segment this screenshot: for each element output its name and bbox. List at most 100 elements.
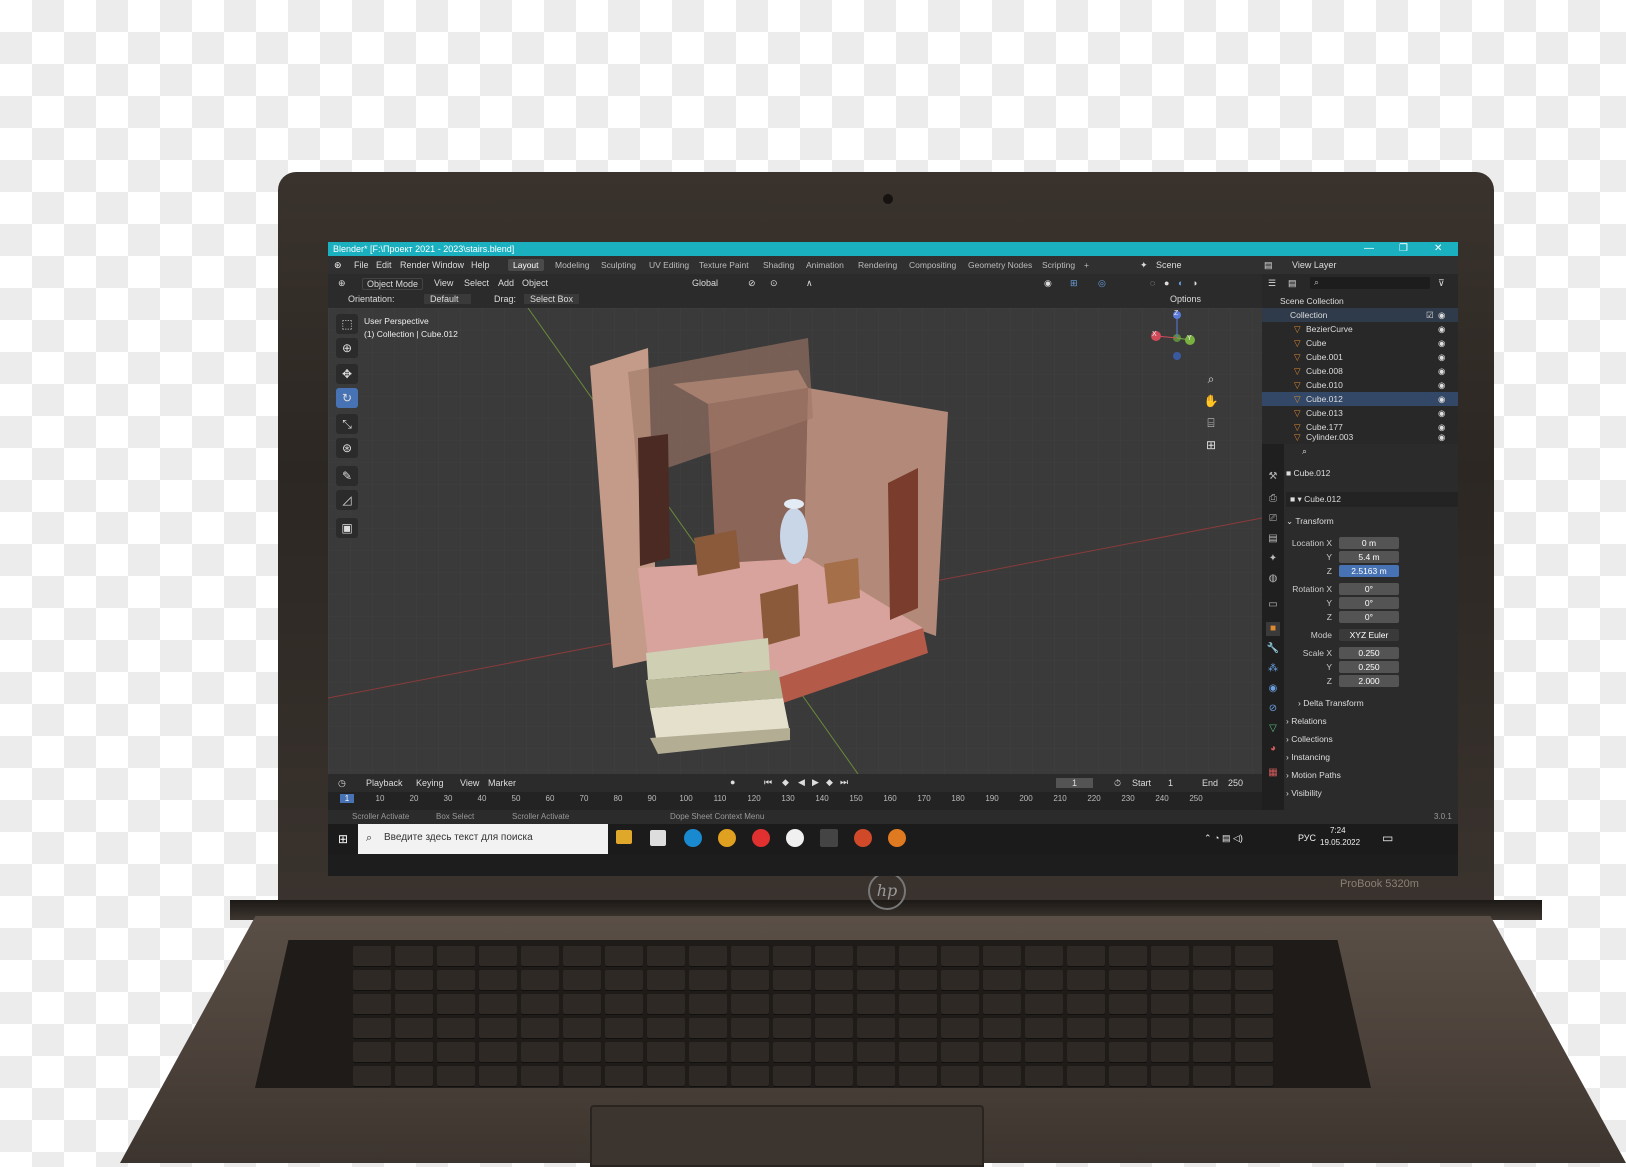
close-button[interactable]: ✕ (1434, 242, 1442, 256)
eye-icon[interactable]: ◉ (1438, 324, 1445, 335)
outliner-item[interactable]: ▽ Cube.013 ◉ (1262, 406, 1458, 420)
view-layer-selector[interactable]: View Layer (1292, 260, 1336, 270)
timeline-keying[interactable]: Keying (416, 778, 444, 788)
texture-tab-icon[interactable]: ▦ (1266, 766, 1280, 780)
menu-window[interactable]: Window (432, 260, 464, 270)
maximize-button[interactable]: ❐ (1399, 242, 1408, 256)
location-x-field[interactable]: 0 m (1339, 537, 1399, 549)
cursor-tool-icon[interactable]: ⊕ (336, 338, 358, 358)
drag-dropdown[interactable]: Select Box (524, 294, 580, 304)
select-tool-icon[interactable]: ⬚ (336, 314, 358, 334)
play-icon[interactable]: ▶ (812, 777, 819, 788)
outliner-item[interactable]: ▽ Cylinder.003 ◉ (1262, 430, 1458, 444)
jump-start-icon[interactable]: ⏮ (764, 777, 772, 788)
gizmo-x-label[interactable]: X (1152, 331, 1157, 338)
eye-icon[interactable]: ◉ (1438, 432, 1445, 443)
measure-tool-icon[interactable]: ◿ (336, 490, 358, 510)
location-z-field[interactable]: 2.5163 m (1339, 565, 1399, 577)
scene-selector[interactable]: Scene (1156, 260, 1182, 270)
shading-material-icon[interactable]: ◐ (1178, 278, 1183, 288)
timeline-editor-icon[interactable]: ◷ (338, 778, 346, 789)
shading-wireframe-icon[interactable]: ◌ (1150, 278, 1155, 288)
outliner-item[interactable]: ▽ Cube.010 ◉ (1262, 378, 1458, 392)
transform-panel-header[interactable]: ⌄ Transform (1286, 516, 1452, 527)
next-key-icon[interactable]: ◆ (826, 777, 833, 788)
eye-icon[interactable]: ◉ (1438, 394, 1445, 405)
scale-z-field[interactable]: 2.000 (1339, 675, 1399, 687)
outliner-scene-collection[interactable]: Scene Collection (1262, 294, 1458, 308)
relations-panel[interactable]: › Relations (1286, 716, 1452, 726)
move-tool-icon[interactable]: ✥ (336, 364, 358, 384)
checkbox-icon[interactable]: ☑ (1426, 310, 1434, 321)
edge-icon[interactable] (684, 829, 702, 847)
chrome-icon[interactable] (718, 829, 736, 847)
store-icon[interactable] (650, 830, 666, 846)
location-y-field[interactable]: 5.4 m (1339, 551, 1399, 563)
pan-hand-icon[interactable]: ✋ (1202, 392, 1220, 410)
rotate-tool-icon[interactable]: ↻ (336, 388, 358, 408)
annotate-tool-icon[interactable]: ✎ (336, 466, 358, 486)
tab-rendering[interactable]: Rendering (853, 259, 902, 271)
terminal-icon[interactable] (820, 829, 838, 847)
eye-icon[interactable]: ◉ (1438, 338, 1445, 349)
rotation-y-field[interactable]: 0° (1339, 597, 1399, 609)
eye-icon[interactable]: ◉ (1438, 366, 1445, 377)
pivot-icon[interactable]: ⊘ (748, 278, 756, 289)
current-frame-field[interactable]: 1 (1056, 778, 1094, 788)
clock-time[interactable]: 7:24 (1330, 826, 1346, 835)
perspective-toggle-icon[interactable]: ⊞ (1202, 436, 1220, 454)
visibility-icon[interactable]: ◉ (1044, 278, 1052, 289)
props-search-icon[interactable]: ⌕ (1302, 446, 1307, 457)
overlay-toggle-icon[interactable]: ◎ (1098, 278, 1106, 289)
prev-key-icon[interactable]: ◆ (782, 777, 789, 788)
tab-modeling[interactable]: Modeling (550, 259, 595, 271)
proportional-icon[interactable]: ∧ (806, 278, 813, 289)
object-name-field[interactable]: ■ Cube.012 (1286, 468, 1452, 478)
tab-texture-paint[interactable]: Texture Paint (694, 259, 754, 271)
data-block-field[interactable]: ■ ▾ Cube.012 (1286, 492, 1458, 507)
material-tab-icon[interactable]: ◕ (1266, 742, 1280, 756)
record-icon[interactable]: ● (730, 777, 735, 787)
rotation-x-field[interactable]: 0° (1339, 583, 1399, 595)
menu-file[interactable]: File (354, 260, 369, 270)
filter-icon[interactable]: ⊽ (1438, 278, 1445, 289)
render-tab-icon[interactable]: ⎙ (1266, 492, 1280, 506)
blender-logo-icon[interactable]: ⊛ (334, 260, 342, 271)
menu-object[interactable]: Object (522, 278, 548, 288)
tab-shading[interactable]: Shading (758, 259, 799, 271)
timeline-view[interactable]: View (460, 778, 479, 788)
collections-panel[interactable]: › Collections (1286, 734, 1452, 744)
tab-layout[interactable]: Layout (508, 259, 544, 271)
orientation-dropdown[interactable]: Default (424, 294, 471, 304)
transform-tool-icon[interactable]: ⊛ (336, 438, 358, 458)
outliner-editor-icon[interactable]: ☰ (1268, 278, 1276, 289)
outliner-collection[interactable]: Collection ☑ ◉ (1262, 308, 1458, 322)
gizmo-y-label[interactable]: Y (1187, 335, 1192, 342)
editor-type-icon[interactable]: ⊕ (338, 278, 346, 289)
eye-icon[interactable]: ◉ (1438, 310, 1445, 321)
jump-end-icon[interactable]: ⏭ (840, 777, 848, 788)
timeline-marker[interactable]: Marker (488, 778, 516, 788)
tab-compositing[interactable]: Compositing (904, 259, 961, 271)
display-mode-icon[interactable]: ▤ (1288, 278, 1297, 289)
tab-sculpting[interactable]: Sculpting (596, 259, 641, 271)
outliner-item-selected[interactable]: ▽ Cube.012 ◉ (1262, 392, 1458, 406)
eye-icon[interactable]: ◉ (1438, 380, 1445, 391)
data-tab-icon[interactable]: ▽ (1266, 722, 1280, 736)
output-tab-icon[interactable]: ⎚ (1266, 512, 1280, 526)
snap-icon[interactable]: ⊙ (770, 278, 778, 289)
zoom-icon[interactable]: ⌕ (1202, 370, 1220, 388)
start-field[interactable]: 1 (1168, 778, 1173, 788)
shading-solid-icon[interactable]: ● (1164, 278, 1169, 288)
menu-select[interactable]: Select (464, 278, 489, 288)
instancing-panel[interactable]: › Instancing (1286, 752, 1452, 762)
3d-viewport[interactable]: User Perspective (1) Collection | Cube.0… (328, 308, 1262, 774)
tool-tab-icon[interactable]: ⚒ (1266, 470, 1280, 484)
visibility-panel[interactable]: › Visibility (1286, 788, 1452, 798)
outliner-item[interactable]: ▽ Cube ◉ (1262, 336, 1458, 350)
tab-animation[interactable]: Animation (801, 259, 849, 271)
powerpoint-icon[interactable] (854, 829, 872, 847)
options-dropdown[interactable]: Options (1170, 294, 1201, 304)
menu-help[interactable]: Help (471, 260, 490, 270)
eye-icon[interactable]: ◉ (1438, 352, 1445, 363)
